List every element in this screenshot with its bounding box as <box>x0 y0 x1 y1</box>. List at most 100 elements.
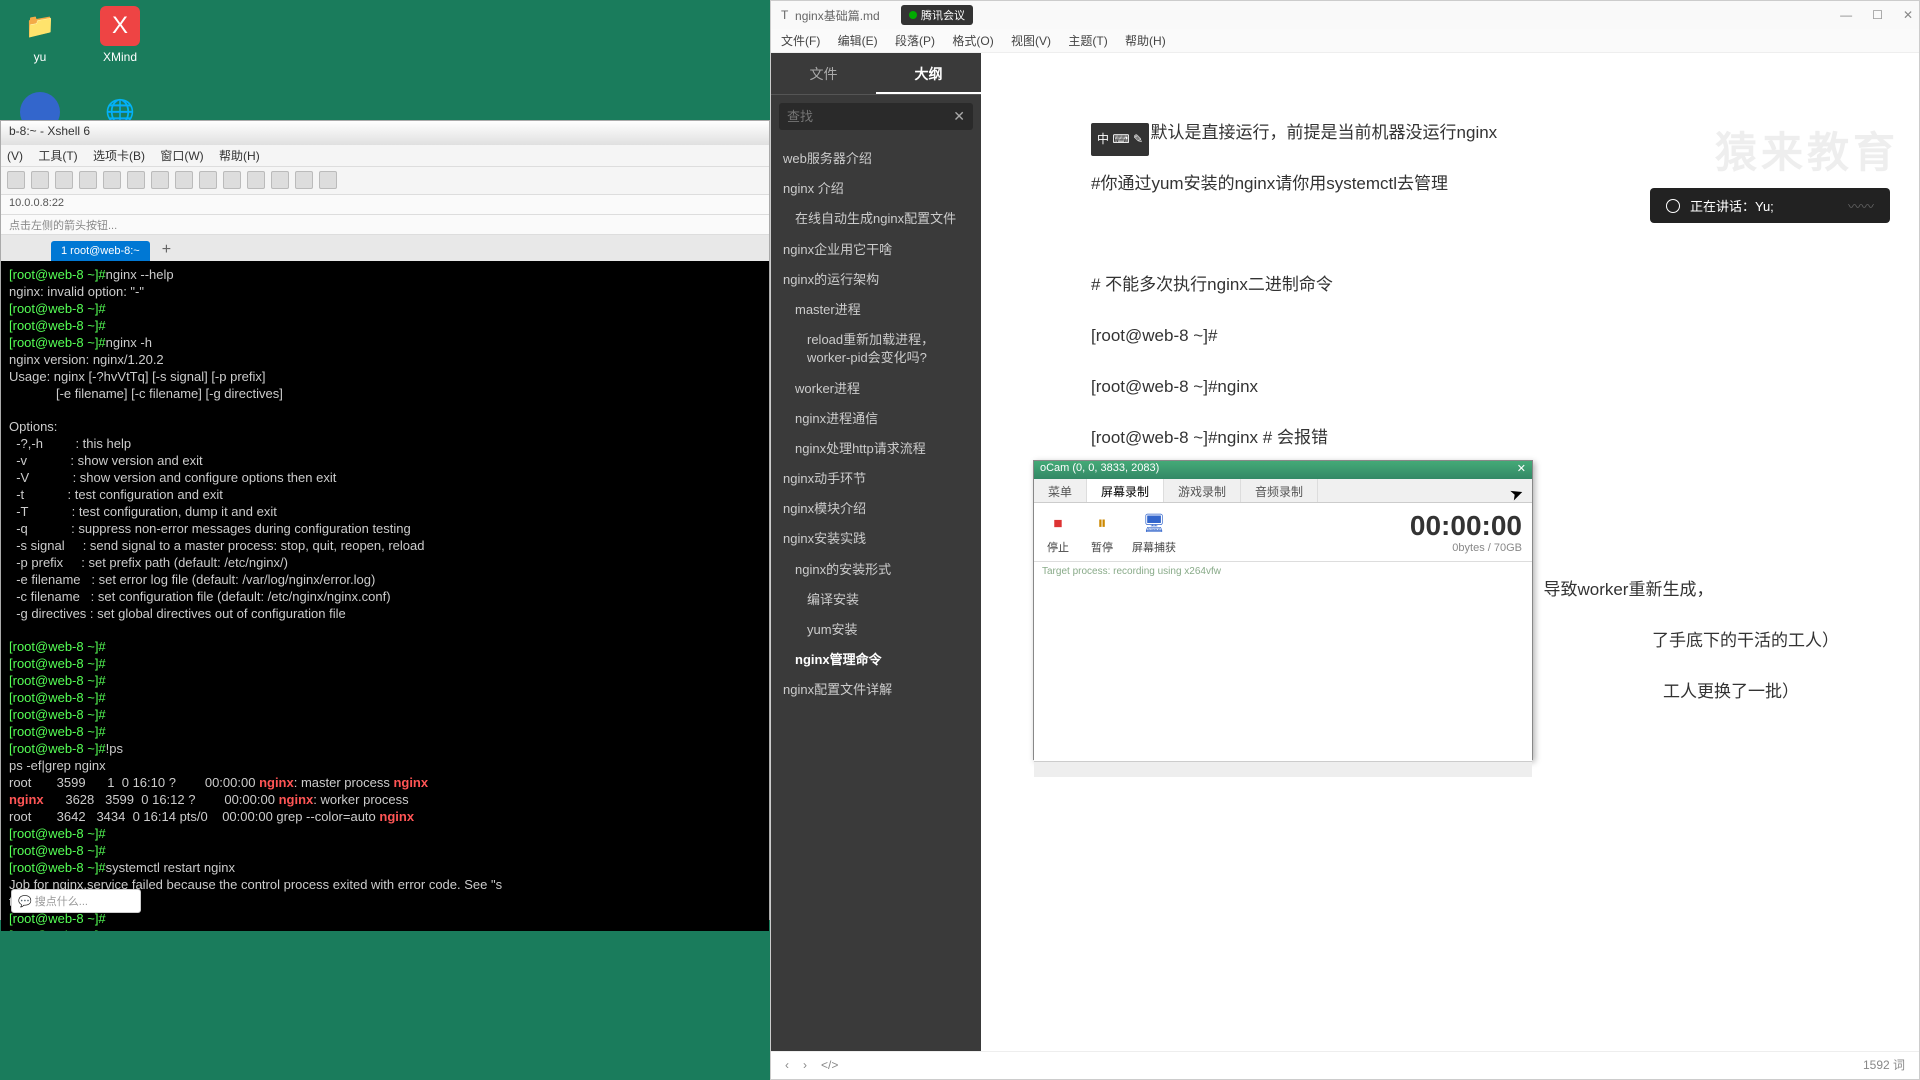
outline-item-active[interactable]: nginx管理命令 <box>771 645 981 675</box>
toolbar-btn[interactable] <box>55 171 73 189</box>
new-tab-button[interactable]: + <box>156 239 177 261</box>
menu-tools[interactable]: 工具(T) <box>38 149 77 163</box>
outline-item[interactable]: yum安装 <box>771 615 981 645</box>
outline-item[interactable]: reload重新加载进程，worker-pid会变化吗? <box>771 325 981 373</box>
tab-outline[interactable]: 大纲 <box>876 53 981 94</box>
menu-para[interactable]: 段落(P) <box>895 34 935 48</box>
outline-item[interactable]: nginx模块介绍 <box>771 494 981 524</box>
toolbar-btn[interactable] <box>247 171 265 189</box>
recorder-close-icon[interactable]: ✕ <box>1517 462 1526 478</box>
xshell-window: b-8:~ - Xshell 6 (V) 工具(T) 选项卡(B) 窗口(W) … <box>0 120 770 920</box>
capture-button[interactable]: 🖥 屏幕捕获 <box>1132 509 1176 555</box>
outline-item[interactable]: nginx的安装形式 <box>771 555 981 585</box>
outline-item[interactable]: web服务器介绍 <box>771 144 981 174</box>
btn-label: 停止 <box>1044 539 1072 555</box>
outline-item[interactable]: master进程 <box>771 295 981 325</box>
menu-edit[interactable]: 编辑(E) <box>838 34 878 48</box>
maximize-button[interactable]: ☐ <box>1872 8 1883 22</box>
rec-tab-screen[interactable]: 屏幕录制 <box>1087 479 1164 502</box>
icon-label: yu <box>10 50 70 64</box>
session-tabs: 1 root@web-8:~ + <box>1 235 769 261</box>
xshell-titlebar[interactable]: b-8:~ - Xshell 6 <box>1 121 769 145</box>
recorder-window: oCam (0, 0, 3833, 2083) ✕ 菜单 屏幕录制 游戏录制 音… <box>1033 460 1533 760</box>
stop-button[interactable]: ⏹ 停止 <box>1044 509 1072 555</box>
ime-indicator[interactable]: 中 ⌨ ✎ <box>1091 123 1149 156</box>
toolbar-btn[interactable] <box>31 171 49 189</box>
stop-icon: ⏹ <box>1044 509 1072 537</box>
menu-view[interactable]: 视图(V) <box>1011 34 1051 48</box>
toolbar-btn[interactable] <box>127 171 145 189</box>
icon-label: XMind <box>90 50 150 64</box>
outline-item[interactable]: nginx 介绍 <box>771 174 981 204</box>
toolbar-btn[interactable] <box>175 171 193 189</box>
recorder-status <box>1034 761 1532 777</box>
recorder-controls: ⏹ 停止 ⏸ 暂停 🖥 屏幕捕获 00:00:00 0bytes / 70GB <box>1034 503 1532 562</box>
outline-search: ✕ <box>779 103 973 130</box>
command-input[interactable]: 💬 搜点什么... <box>11 889 141 913</box>
toolbar-btn[interactable] <box>199 171 217 189</box>
hint-bar: 点击左侧的箭头按钮... <box>1 215 769 235</box>
menu-help[interactable]: 帮助(H) <box>1125 34 1166 48</box>
toolbar-btn[interactable] <box>223 171 241 189</box>
menu-help[interactable]: 帮助(H) <box>219 149 260 163</box>
typora-titlebar[interactable]: T nginx基础篇.md 腾讯会议 — ☐ ✕ <box>771 1 1919 29</box>
menu-tab[interactable]: 选项卡(B) <box>93 149 145 163</box>
code-view-icon[interactable]: </> <box>821 1058 838 1072</box>
close-button[interactable]: ✕ <box>1903 8 1913 22</box>
doc-title: nginx基础篇.md <box>795 7 880 24</box>
outline-item[interactable]: nginx进程通信 <box>771 404 981 434</box>
address-bar[interactable]: 10.0.0.8:22 <box>1 195 769 215</box>
outline-item[interactable]: worker进程 <box>771 374 981 404</box>
menu-window[interactable]: 窗口(W) <box>160 149 203 163</box>
toolbar-btn[interactable] <box>151 171 169 189</box>
terminal-output[interactable]: [root@web-8 ~]#nginx --help nginx: inval… <box>1 261 769 931</box>
menu-file[interactable]: 文件(F) <box>781 34 820 48</box>
meeting-badge[interactable]: 腾讯会议 <box>901 5 973 25</box>
outline-item[interactable]: 在线自动生成nginx配置文件 <box>771 204 981 234</box>
rec-tab-game[interactable]: 游戏录制 <box>1164 479 1241 502</box>
rec-tab-menu[interactable]: 菜单 <box>1034 479 1087 502</box>
toolbar-btn[interactable] <box>295 171 313 189</box>
recorder-titlebar[interactable]: oCam (0, 0, 3833, 2083) ✕ <box>1034 461 1532 479</box>
menu-format[interactable]: 格式(O) <box>952 34 993 48</box>
typora-menubar: 文件(F) 编辑(E) 段落(P) 格式(O) 视图(V) 主题(T) 帮助(H… <box>771 29 1919 53</box>
toolbar-btn[interactable] <box>103 171 121 189</box>
outline-item[interactable]: nginx的运行架构 <box>771 265 981 295</box>
toolbar-btn[interactable] <box>79 171 97 189</box>
outline-item[interactable]: nginx安装实践 <box>771 524 981 554</box>
search-input[interactable] <box>779 103 973 130</box>
toolbar-btn[interactable] <box>271 171 289 189</box>
outline-item[interactable]: nginx动手环节 <box>771 464 981 494</box>
speaker-name: 正在讲话：Yu; <box>1690 196 1774 215</box>
editor-line: # 不能多次执行nginx二进制命令 <box>1091 265 1879 306</box>
outline-item[interactable]: nginx处理http请求流程 <box>771 434 981 464</box>
editor-line: [root@web-8 ~]# <box>1091 316 1879 357</box>
desktop-icon-yu[interactable]: 📁 yu <box>10 6 70 64</box>
toolbar-btn[interactable] <box>319 171 337 189</box>
editor-line: [root@web-8 ~]#nginx <box>1091 367 1879 408</box>
session-tab-active[interactable]: 1 root@web-8:~ <box>51 241 150 261</box>
mic-icon <box>1666 199 1680 213</box>
desktop-icon-xmind[interactable]: X XMind <box>90 6 150 64</box>
outline-item[interactable]: nginx企业用它干啥 <box>771 235 981 265</box>
toolbar-btn[interactable] <box>7 171 25 189</box>
rec-tab-audio[interactable]: 音频录制 <box>1241 479 1318 502</box>
menu-v[interactable]: (V) <box>7 149 23 163</box>
xshell-menubar: (V) 工具(T) 选项卡(B) 窗口(W) 帮助(H) <box>1 145 769 167</box>
menu-theme[interactable]: 主题(T) <box>1068 34 1107 48</box>
pause-button[interactable]: ⏸ 暂停 <box>1088 509 1116 555</box>
nav-back-icon[interactable]: ‹ <box>785 1058 789 1072</box>
tab-file[interactable]: 文件 <box>771 53 876 94</box>
word-count[interactable]: 1592 词 <box>1863 1056 1905 1073</box>
clear-search-icon[interactable]: ✕ <box>953 108 965 125</box>
pause-icon: ⏸ <box>1088 509 1116 537</box>
nav-fwd-icon[interactable]: › <box>803 1058 807 1072</box>
capture-icon: 🖥 <box>1140 509 1168 537</box>
meeting-label: 腾讯会议 <box>921 7 965 23</box>
recorder-log: Target process: recording using x264vfw <box>1034 562 1532 581</box>
outline-item[interactable]: nginx配置文件详解 <box>771 675 981 705</box>
outline-item[interactable]: 编译安装 <box>771 585 981 615</box>
minimize-button[interactable]: — <box>1840 8 1852 22</box>
speaking-indicator[interactable]: 正在讲话：Yu; 〰〰 <box>1650 188 1890 223</box>
outline-list[interactable]: web服务器介绍 nginx 介绍 在线自动生成nginx配置文件 nginx企… <box>771 138 981 1051</box>
